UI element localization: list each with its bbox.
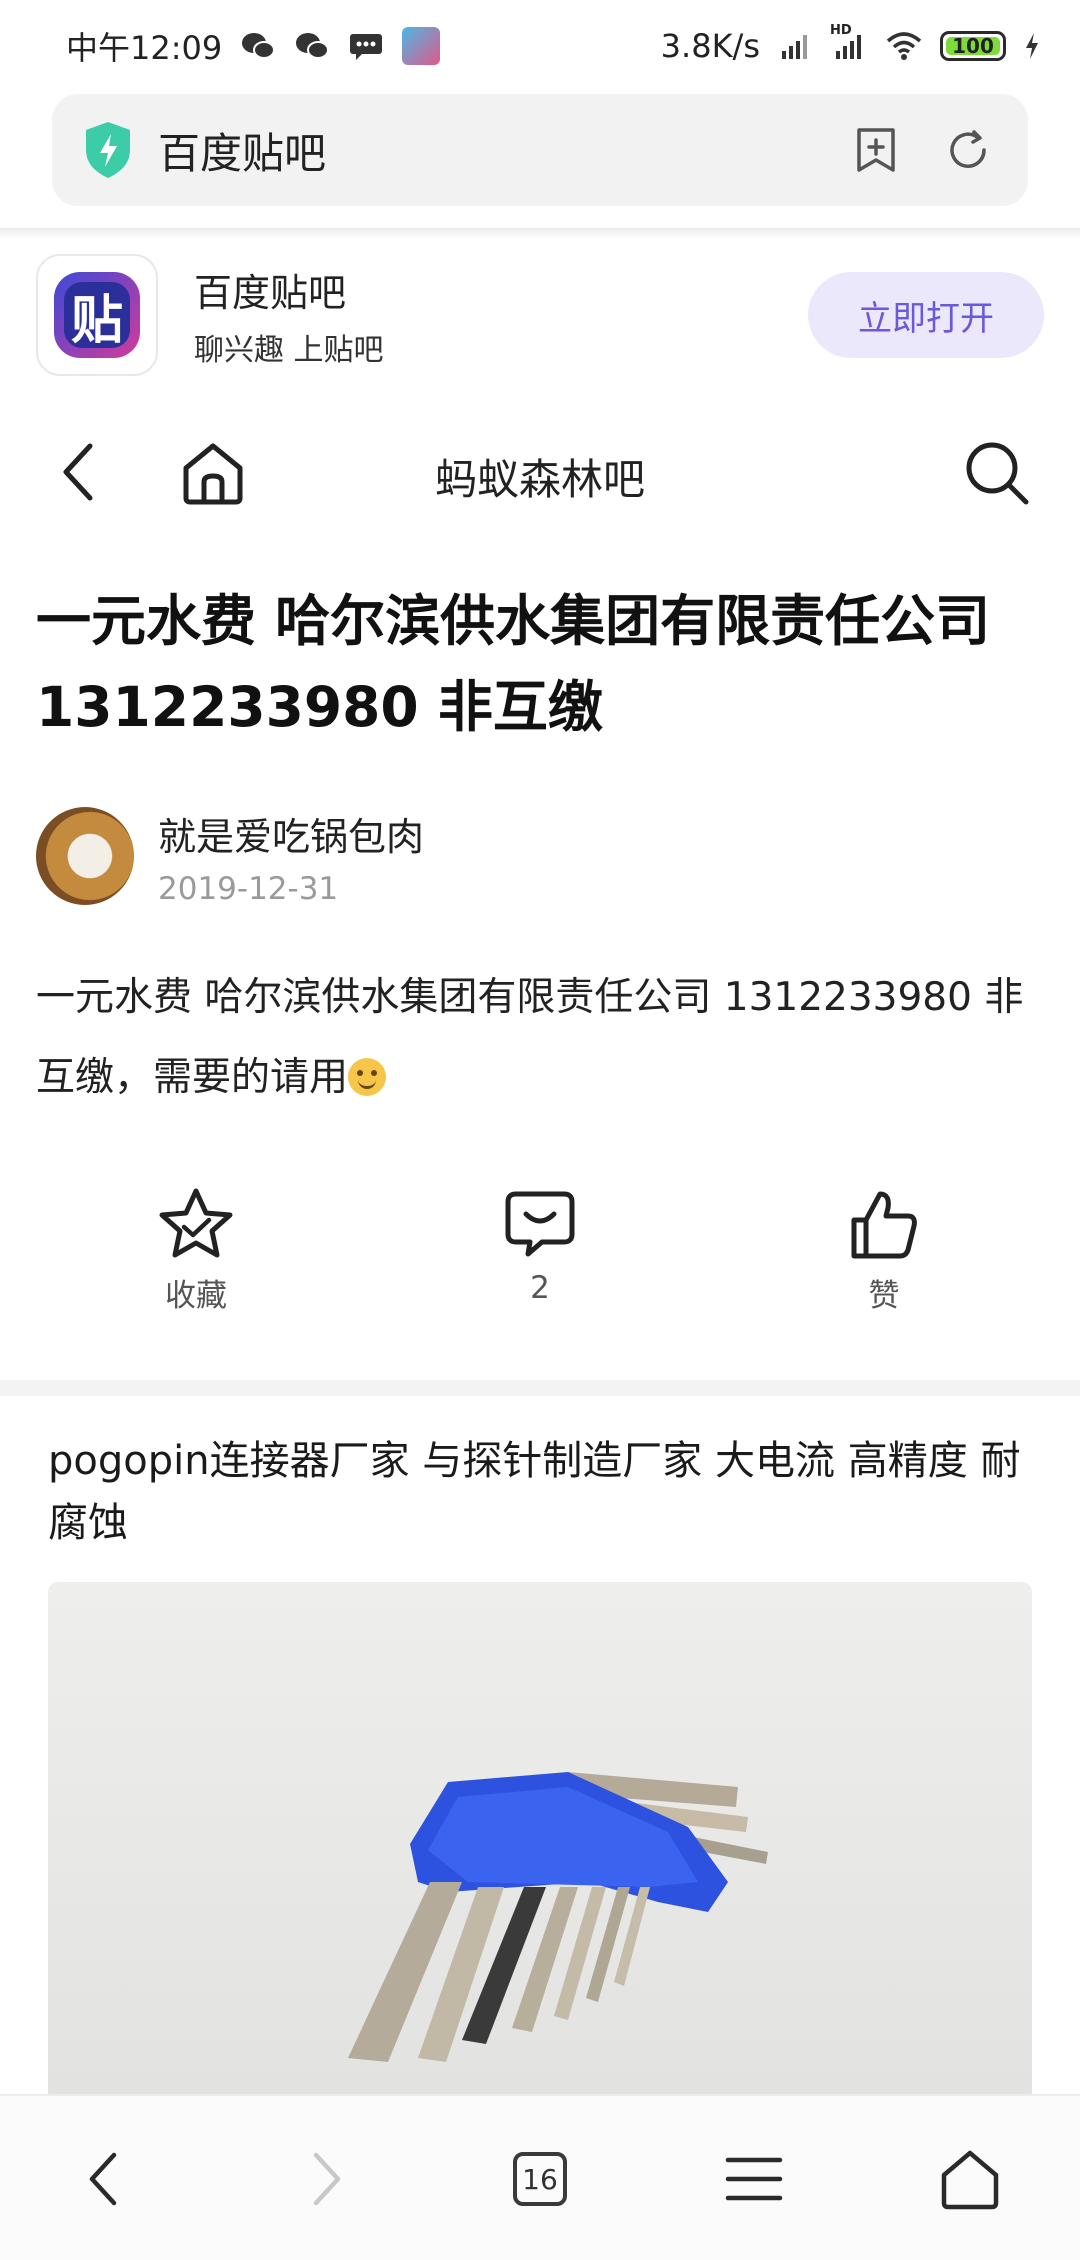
menu-button[interactable] [714,2134,794,2224]
menu-icon [725,2157,783,2201]
smile-emoji-icon [348,1058,387,1096]
favorite-button[interactable]: 收藏 [96,1186,296,1315]
like-button[interactable]: 赞 [784,1186,984,1315]
chevron-left-icon [89,2152,117,2206]
refresh-icon[interactable] [944,126,992,174]
post-body: 一元水费 哈尔滨供水集团有限责任公司 1312233980 非互缴，需要的请用 [36,958,1046,1118]
charging-icon [1026,33,1038,59]
signal-icon [782,35,807,59]
comment-count: 2 [530,1270,550,1306]
post-date: 2019-12-31 [158,870,339,907]
forum-nav: 蚂蚁森林吧 [0,410,1080,530]
tieba-logo-icon: 贴 [54,272,140,358]
tab-count: 16 [513,2152,567,2206]
wechat-icon [242,33,276,59]
comment-icon [505,1191,575,1257]
browser-home-button[interactable] [930,2134,1010,2224]
add-bookmark-icon[interactable] [854,126,898,174]
address-text: 百度贴吧 [158,128,327,178]
app-name: 百度贴吧 [194,270,347,315]
wechat-icon-2 [296,33,330,59]
avatar[interactable] [36,807,134,905]
message-icon [350,34,383,60]
author-name[interactable]: 就是爱吃锅包肉 [158,806,424,861]
app-notification-icon [402,27,441,65]
wifi-icon [886,32,922,60]
ad-image[interactable] [48,1582,1032,2102]
ad-title[interactable]: pogopin连接器厂家 与探针制造厂家 大电流 高精度 耐腐蚀 [48,1430,1048,1554]
like-label: 赞 [868,1278,900,1314]
app-banner: 贴 百度贴吧 聊兴趣 上贴吧 立即打开 [0,250,1080,380]
browser-bottom-bar: 16 [0,2094,1080,2260]
shield-icon [86,122,130,178]
logo-char: 贴 [70,290,123,351]
author-row[interactable]: 就是爱吃锅包肉 2019-12-31 [36,806,424,907]
app-slogan: 聊兴趣 上贴吧 [194,332,384,368]
forum-title: 蚂蚁森林吧 [434,455,645,504]
star-icon [159,1188,233,1258]
hd-label: HD [830,23,852,38]
thumbs-up-icon [851,1191,917,1259]
post-title: 一元水费 哈尔滨供水集团有限责任公司 1312233980 非互缴 [36,589,991,739]
search-icon[interactable] [962,438,1032,508]
tabs-button[interactable]: 16 [500,2134,580,2224]
open-app-button[interactable]: 立即打开 [808,272,1044,358]
browser-back-button[interactable] [64,2134,144,2224]
post-body-text: 一元水费 哈尔滨供水集团有限责任公司 1312233980 非互缴，需要的请用 [36,975,1024,1100]
status-left: 中午12:09 [66,23,441,69]
hex-key-set-image [348,1772,768,2062]
browser-forward-button[interactable] [286,2134,366,2224]
header-divider [0,228,1080,240]
post-actions: 收藏 2 赞 [0,1186,1080,1326]
address-bar[interactable]: 百度贴吧 [52,94,1028,206]
comment-button[interactable]: 2 [440,1186,640,1306]
net-speed: 3.8K/s [660,27,760,65]
status-right: 3.8K/s HD 100 [660,23,1040,65]
section-divider [0,1380,1080,1396]
app-logo[interactable]: 贴 [36,254,158,376]
status-time: 中午12:09 [66,29,223,67]
battery-level: 100 [952,34,994,58]
app-info: 百度贴吧 聊兴趣 上贴吧 [194,262,808,369]
status-bar: 中午12:09 3.8K/s HD 100 [0,0,1080,92]
home-outline-icon [941,2150,999,2210]
chevron-right-icon [313,2152,341,2206]
favorite-label: 收藏 [165,1278,227,1314]
battery-icon: 100 [940,31,1006,61]
